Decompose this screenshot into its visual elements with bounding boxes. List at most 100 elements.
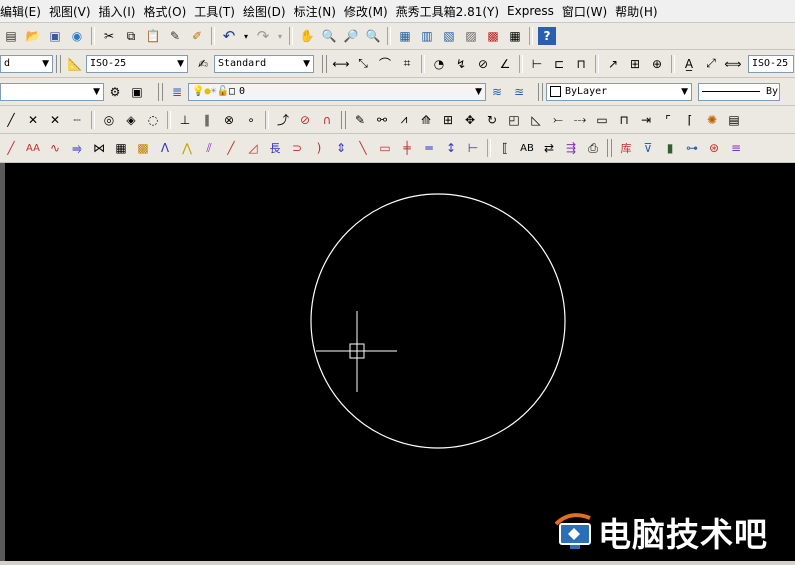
calculator-icon[interactable]: ▦ — [506, 27, 524, 45]
sun-ray-icon[interactable]: ⋀ — [178, 139, 196, 157]
node-icon[interactable]: ∘ — [242, 111, 260, 129]
save-icon[interactable]: ▣ — [46, 27, 64, 45]
menu-item[interactable]: 修改(M) — [344, 3, 396, 20]
properties-icon[interactable]: ▦ — [396, 27, 414, 45]
h-line-icon[interactable]: ═ — [420, 139, 438, 157]
leader-icon[interactable]: ↗ — [604, 55, 622, 73]
menu-item[interactable]: 视图(V) — [49, 3, 99, 20]
length-icon[interactable]: 長 — [266, 139, 284, 157]
zoom-previous-icon[interactable]: 🔍 — [364, 27, 382, 45]
rect-icon[interactable]: ▭ — [376, 139, 394, 157]
zoom-realtime-icon[interactable]: 🔍 — [320, 27, 338, 45]
dim-angular-icon[interactable]: ∠ — [496, 55, 514, 73]
dimstyle-combo[interactable]: ISO-25 ▼ — [86, 54, 188, 73]
bracket-dim-icon[interactable]: ⟦ — [496, 139, 514, 157]
break-point-icon[interactable]: ▭ — [593, 111, 611, 129]
make-current-icon[interactable]: ≋ — [488, 83, 506, 101]
break-icon[interactable]: ⊓ — [615, 111, 633, 129]
dim-diameter-icon[interactable]: ⊘ — [474, 55, 492, 73]
pen-icon[interactable]: ╱ — [2, 139, 20, 157]
toolpalettes-icon[interactable]: ▧ — [440, 27, 458, 45]
center-mark-icon[interactable]: ⊕ — [648, 55, 666, 73]
zigzag-icon[interactable]: ⥤ — [68, 139, 86, 157]
tolerance-icon[interactable]: ⊞ — [626, 55, 644, 73]
magnet-icon[interactable]: ∩ — [318, 111, 336, 129]
trim-icon[interactable]: ⤚ — [549, 111, 567, 129]
menu-item[interactable]: 帮助(H) — [615, 3, 665, 20]
zoom-window-icon[interactable]: 🔎 — [342, 27, 360, 45]
cut-icon[interactable]: ✂ — [100, 27, 118, 45]
part-icon[interactable]: ⊽ — [639, 139, 657, 157]
library-icon[interactable]: 库 — [617, 139, 635, 157]
menu-item[interactable]: Express — [507, 4, 562, 18]
block-editor-icon[interactable]: ✐ — [188, 27, 206, 45]
ray-icon[interactable]: ✕ — [46, 111, 64, 129]
menu-item[interactable]: 标注(N) — [294, 3, 344, 20]
bracket-icon[interactable]: ⋈ — [90, 139, 108, 157]
chevron-down-icon[interactable]: ▼ — [303, 59, 310, 69]
chevron-down-icon[interactable]: ▼ — [42, 59, 49, 69]
array-icon[interactable]: ⊞ — [439, 111, 457, 129]
gear-icon[interactable]: ⊛ — [705, 139, 723, 157]
perpendicular-icon[interactable]: ⊥ — [176, 111, 194, 129]
layer-manager-icon[interactable]: ≣ — [168, 83, 186, 101]
layer-previous-icon[interactable]: ≊ — [510, 83, 528, 101]
stretch-icon[interactable]: ◺ — [527, 111, 545, 129]
rotate-icon[interactable]: ↻ — [483, 111, 501, 129]
v-arrow-icon[interactable]: ↕ — [442, 139, 460, 157]
textstyle-icon[interactable]: ✍ — [194, 55, 212, 73]
continue-icon[interactable]: ⊓ — [572, 55, 590, 73]
erase-icon[interactable]: ✎ — [351, 111, 369, 129]
undo-icon[interactable]: ↶ — [220, 27, 238, 45]
copy-object-icon[interactable]: ⚯ — [373, 111, 391, 129]
redo-dropdown-icon[interactable]: ▾ — [276, 27, 284, 45]
menu-item[interactable]: 工具(T) — [194, 3, 243, 20]
text-aa-icon[interactable]: AA — [24, 139, 42, 157]
lock-icon[interactable]: 🔓 — [217, 86, 229, 97]
workspace-combo[interactable]: ▼ — [0, 82, 104, 101]
scale-icon[interactable]: ◰ — [505, 111, 523, 129]
menu-item[interactable]: 编辑(E) — [0, 3, 49, 20]
mline-icon[interactable]: ┈ — [68, 111, 86, 129]
diagonal-hatch-icon[interactable]: ⫽ — [200, 139, 218, 157]
offset-icon[interactable]: ⟰ — [417, 111, 435, 129]
dim-jogged-icon[interactable]: ↯ — [452, 55, 470, 73]
lambda-icon[interactable]: Λ — [156, 139, 174, 157]
bulb-icon[interactable]: 💡 — [192, 86, 204, 97]
nearest-icon[interactable]: ⤴ — [274, 111, 292, 129]
new-icon[interactable]: ▤ — [2, 27, 20, 45]
open-icon[interactable]: 📂 — [24, 27, 42, 45]
hatch-icon[interactable]: ▦ — [112, 139, 130, 157]
dim-edit-icon[interactable]: A̲ — [680, 55, 698, 73]
left-combo[interactable]: d ▼ — [0, 54, 53, 73]
stack-icon[interactable]: ≡ — [727, 139, 745, 157]
paste-icon[interactable]: 📋 — [144, 27, 162, 45]
pin-icon[interactable]: ⊶ — [683, 139, 701, 157]
grid-icon[interactable]: ▩ — [134, 139, 152, 157]
dim-aligned-icon[interactable]: ⤡ — [354, 55, 372, 73]
menu-item[interactable]: 绘图(D) — [243, 3, 294, 20]
chamfer-icon[interactable]: ⌜ — [659, 111, 677, 129]
print-icon[interactable]: ⎙ — [584, 139, 602, 157]
markup-icon[interactable]: ▩ — [484, 27, 502, 45]
fillet-icon[interactable]: ⌈ — [681, 111, 699, 129]
drawing-canvas[interactable] — [5, 163, 795, 561]
backslash-icon[interactable]: ╲ — [354, 139, 372, 157]
slash-box-icon[interactable]: ◿ — [244, 139, 262, 157]
undo-dropdown-icon[interactable]: ▾ — [242, 27, 250, 45]
menu-item[interactable]: 插入(I) — [99, 3, 144, 20]
insert-icon[interactable]: ⊗ — [220, 111, 238, 129]
chevron-down-icon[interactable]: ▼ — [177, 59, 184, 69]
cross-bar-icon[interactable]: ╪ — [398, 139, 416, 157]
parallel-icon[interactable]: ∥ — [198, 111, 216, 129]
extend-icon[interactable]: ⤏ — [571, 111, 589, 129]
express-icon[interactable]: ▤ — [725, 111, 743, 129]
menu-item[interactable]: 格式(O) — [143, 3, 194, 20]
baseline-icon[interactable]: ⊏ — [550, 55, 568, 73]
spring-icon[interactable]: ▮ — [661, 139, 679, 157]
snap-icon[interactable]: ◈ — [122, 111, 140, 129]
wave-icon[interactable]: ∿ — [46, 139, 64, 157]
hook-icon[interactable]: ⊃ — [288, 139, 306, 157]
drawn-circle[interactable] — [310, 193, 566, 449]
dim-vertical-icon[interactable]: ⇕ — [332, 139, 350, 157]
